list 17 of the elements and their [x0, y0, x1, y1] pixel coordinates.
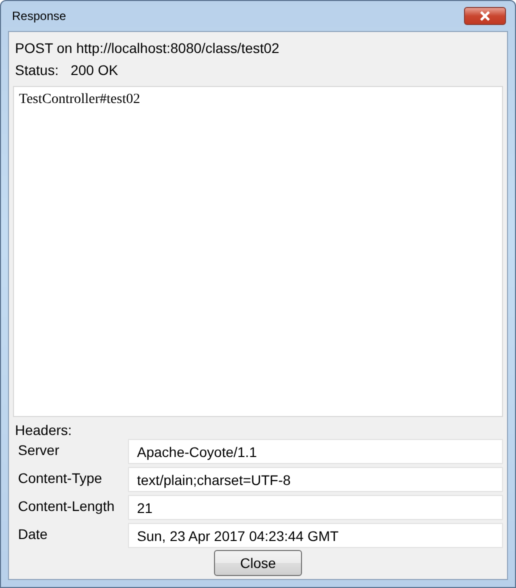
header-value-field[interactable]: text/plain;charset=UTF-8	[128, 467, 503, 492]
header-value-field[interactable]: Sun, 23 Apr 2017 04:23:44 GMT	[128, 523, 503, 548]
response-body-area[interactable]: TestController#test02	[13, 86, 503, 417]
header-name: Content-Length	[18, 497, 116, 516]
header-value-field[interactable]: Apache-Coyote/1.1	[128, 439, 503, 464]
header-name: Date	[18, 525, 49, 544]
close-button[interactable]: Close	[214, 550, 302, 576]
header-name: Server	[18, 441, 60, 460]
response-body-text: TestController#test02	[19, 92, 140, 107]
header-name: Content-Type	[18, 469, 104, 488]
request-line: POST on http://localhost:8080/class/test02	[14, 39, 280, 58]
status-label: Status:	[15, 61, 59, 80]
header-value-field[interactable]: 21	[128, 495, 503, 520]
window-title: Response	[11, 9, 66, 23]
headers-label: Headers:	[14, 421, 73, 439]
close-icon[interactable]	[464, 7, 506, 25]
status-value: 200 OK	[70, 61, 118, 80]
